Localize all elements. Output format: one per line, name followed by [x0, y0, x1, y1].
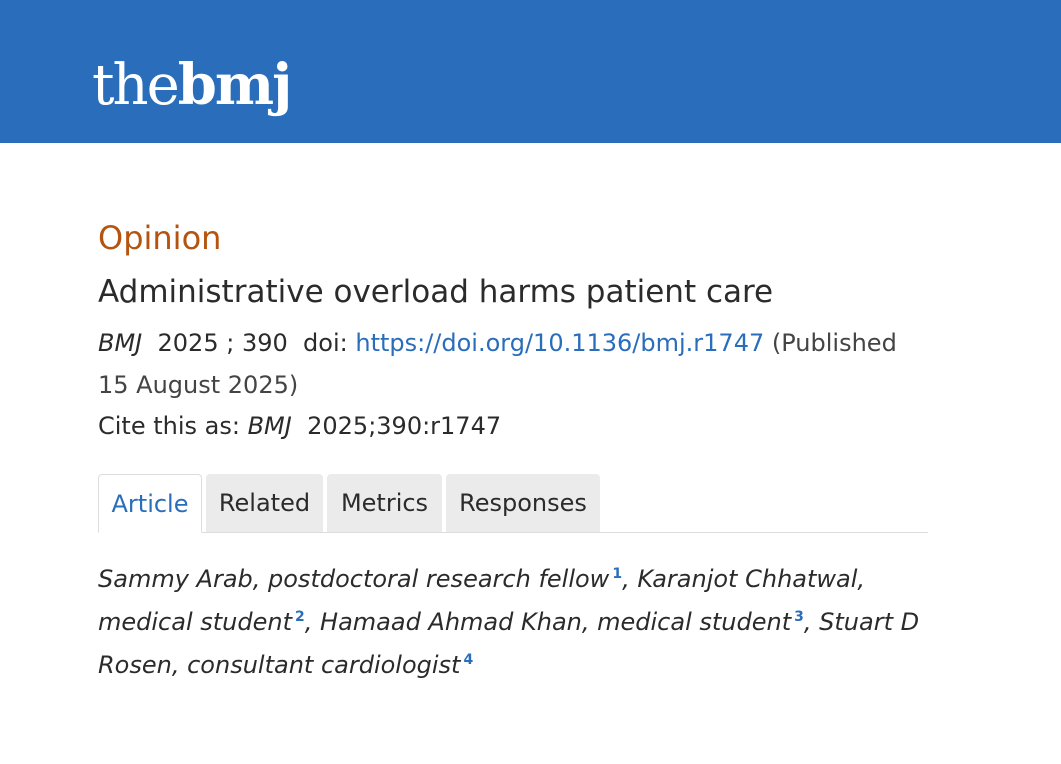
- citation-year: 2025: [157, 329, 219, 357]
- article-tabs: Article Related Metrics Responses: [98, 474, 928, 533]
- logo-text-bmj: bmj: [177, 52, 293, 118]
- cite-as-reference: 2025;390:r1747: [307, 412, 502, 440]
- citation-journal: BMJ: [98, 329, 143, 357]
- affiliation-link[interactable]: 1: [612, 566, 622, 582]
- tab-related[interactable]: Related: [206, 474, 323, 532]
- cite-as-line: Cite this as: BMJ 2025;390:r1747: [98, 406, 928, 446]
- article-section-label[interactable]: Opinion: [98, 212, 928, 264]
- cite-as-label: Cite this as:: [98, 412, 240, 440]
- author-list: Sammy Arab, postdoctoral research fellow…: [98, 558, 933, 687]
- affiliation-link[interactable]: 4: [463, 652, 473, 668]
- affiliation-link[interactable]: 2: [295, 609, 305, 625]
- tab-metrics[interactable]: Metrics: [327, 474, 442, 532]
- citation-volume: 390: [241, 329, 288, 357]
- tab-responses[interactable]: Responses: [446, 474, 600, 532]
- author-name: Sammy Arab, postdoctoral research fellow: [98, 565, 610, 593]
- tab-article[interactable]: Article: [98, 474, 202, 533]
- doi-label: doi:: [303, 329, 348, 357]
- logo-text-the: the: [92, 53, 180, 118]
- author-separator: ,: [803, 608, 820, 636]
- author-separator: ,: [622, 565, 638, 593]
- article-title: Administrative overload harms patient ca…: [98, 274, 774, 310]
- affiliation-link[interactable]: 3: [794, 609, 804, 625]
- author-separator: ,: [304, 608, 321, 636]
- author-name: Hamaad Ahmad Khan, medical student: [320, 608, 792, 636]
- citation-separator: ;: [226, 329, 235, 357]
- doi-link[interactable]: https://doi.org/10.1136/bmj.r1747: [355, 329, 764, 357]
- article-header: Opinion Administrative overload harms pa…: [98, 212, 928, 446]
- citation-line: BMJ 2025 ; 390 doi: https://doi.org/10.1…: [98, 322, 933, 406]
- bmj-logo[interactable]: thebmj: [92, 50, 293, 121]
- site-header: thebmj: [0, 0, 1061, 143]
- cite-as-journal: BMJ: [247, 412, 292, 440]
